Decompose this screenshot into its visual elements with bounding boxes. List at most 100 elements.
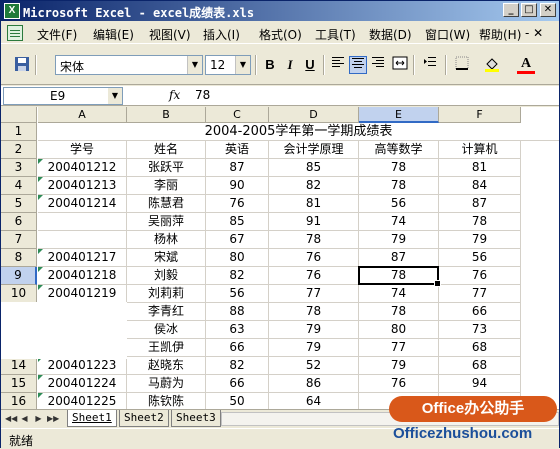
align-right-icon[interactable]: [369, 56, 387, 74]
row-header-6[interactable]: 6: [1, 213, 37, 231]
table-cell[interactable]: 78: [359, 267, 439, 285]
indent-icon[interactable]: [421, 56, 439, 74]
close-button[interactable]: ✕: [540, 3, 556, 17]
table-cell[interactable]: 56: [359, 195, 439, 213]
chevron-down-icon[interactable]: ▼: [187, 56, 202, 74]
menu-help[interactable]: 帮助(H): [479, 26, 521, 43]
menu-data[interactable]: 数据(D): [369, 26, 412, 43]
function-icon[interactable]: fx: [169, 88, 180, 102]
table-cell[interactable]: 80: [359, 321, 439, 339]
table-cell[interactable]: 76: [269, 249, 359, 267]
table-cell[interactable]: 宋斌: [127, 249, 206, 267]
column-title-cell[interactable]: 高等数学: [359, 141, 439, 159]
column-header-a[interactable]: A: [38, 107, 127, 123]
table-cell[interactable]: 78: [439, 213, 521, 231]
table-cell[interactable]: 200401225: [38, 393, 127, 409]
table-cell[interactable]: 李青红: [127, 303, 206, 321]
table-cell[interactable]: [38, 231, 127, 249]
menu-window[interactable]: 窗口(W): [425, 26, 470, 43]
column-title-cell[interactable]: 学号: [38, 141, 127, 159]
table-cell[interactable]: 79: [359, 357, 439, 375]
row-header-16[interactable]: 16: [1, 393, 37, 409]
table-cell[interactable]: 68: [439, 339, 521, 357]
column-header-c[interactable]: C: [206, 107, 269, 123]
table-cell[interactable]: 87: [206, 159, 269, 177]
table-cell[interactable]: 50: [206, 393, 269, 409]
row-header-7[interactable]: 7: [1, 231, 37, 249]
row-header-15[interactable]: 15: [1, 375, 37, 393]
table-cell[interactable]: 200401224: [38, 375, 127, 393]
table-cell[interactable]: 84: [439, 177, 521, 195]
table-cell[interactable]: 78: [359, 159, 439, 177]
table-cell[interactable]: 87: [359, 249, 439, 267]
table-cell[interactable]: 200401218: [38, 267, 127, 285]
table-cell[interactable]: 64: [269, 393, 359, 409]
font-color-icon[interactable]: A: [517, 56, 535, 74]
tab-sheet2[interactable]: Sheet2: [119, 410, 169, 427]
table-cell[interactable]: 76: [359, 375, 439, 393]
fill-color-icon[interactable]: [483, 56, 501, 74]
table-cell[interactable]: 66: [439, 303, 521, 321]
borders-icon[interactable]: [453, 56, 471, 74]
table-cell[interactable]: 66: [206, 375, 269, 393]
table-cell[interactable]: 张跃平: [127, 159, 206, 177]
row-header-5[interactable]: 5: [1, 195, 37, 213]
table-cell[interactable]: 77: [269, 285, 359, 303]
table-cell[interactable]: 78: [269, 303, 359, 321]
table-cell[interactable]: 赵晓东: [127, 357, 206, 375]
menu-file[interactable]: 文件(F): [37, 26, 77, 43]
table-cell[interactable]: 79: [439, 231, 521, 249]
tab-sheet1[interactable]: Sheet1: [67, 410, 117, 427]
table-cell[interactable]: 86: [269, 375, 359, 393]
table-cell[interactable]: 56: [439, 249, 521, 267]
tab-sheet3[interactable]: Sheet3: [171, 410, 221, 427]
merge-center-icon[interactable]: [391, 56, 409, 74]
table-cell[interactable]: 200401223: [38, 357, 127, 375]
column-title-cell[interactable]: 英语: [206, 141, 269, 159]
title-cell[interactable]: 2004-2005学年第一学期成绩表: [38, 123, 559, 141]
table-cell[interactable]: 85: [269, 159, 359, 177]
table-cell[interactable]: 82: [206, 357, 269, 375]
column-header-d[interactable]: D: [269, 107, 359, 123]
table-cell[interactable]: [38, 213, 127, 231]
table-cell[interactable]: 刘毅: [127, 267, 206, 285]
table-cell[interactable]: 73: [439, 321, 521, 339]
table-cell[interactable]: 76: [439, 267, 521, 285]
font-size-select[interactable]: 12 ▼: [205, 55, 251, 75]
table-cell[interactable]: 79: [359, 231, 439, 249]
menu-edit[interactable]: 编辑(E): [93, 26, 134, 43]
row-header-9[interactable]: 9: [1, 267, 37, 285]
table-cell[interactable]: 王凯伊: [127, 339, 206, 357]
formula-input[interactable]: 78: [195, 88, 210, 102]
menu-tools[interactable]: 工具(T): [315, 26, 356, 43]
table-cell[interactable]: 79: [269, 321, 359, 339]
name-box[interactable]: E9 ▼: [3, 87, 123, 105]
table-cell[interactable]: 77: [359, 339, 439, 357]
table-cell[interactable]: 56: [206, 285, 269, 303]
worksheet-grid[interactable]: 2004-2005学年第一学期成绩表 A B C D E F 1 2 学号 姓名 英语 会计学原理 高等…: [1, 107, 559, 409]
table-cell[interactable]: 76: [269, 267, 359, 285]
table-cell[interactable]: 200401217: [38, 249, 127, 267]
table-cell[interactable]: 81: [269, 195, 359, 213]
row-header-2[interactable]: 2: [1, 141, 37, 159]
table-cell[interactable]: 88: [206, 303, 269, 321]
table-cell[interactable]: 74: [359, 285, 439, 303]
table-cell[interactable]: 杨林: [127, 231, 206, 249]
table-cell[interactable]: 78: [359, 303, 439, 321]
table-cell[interactable]: 94: [439, 375, 521, 393]
row-header-3[interactable]: 3: [1, 159, 37, 177]
table-cell[interactable]: 74: [359, 213, 439, 231]
table-cell[interactable]: 68: [439, 357, 521, 375]
table-cell[interactable]: 吴丽萍: [127, 213, 206, 231]
menu-view[interactable]: 视图(V): [149, 26, 191, 43]
table-cell[interactable]: 200401219: [38, 285, 127, 303]
menu-insert[interactable]: 插入(I): [203, 26, 240, 43]
table-cell[interactable]: 91: [269, 213, 359, 231]
table-cell[interactable]: 200401214: [38, 195, 127, 213]
underline-button[interactable]: U: [301, 56, 319, 74]
menu-format[interactable]: 格式(O): [259, 26, 302, 43]
workbook-close-button[interactable]: - ✕: [525, 26, 543, 40]
align-left-icon[interactable]: [329, 56, 347, 74]
table-cell[interactable]: 80: [206, 249, 269, 267]
column-header-b[interactable]: B: [127, 107, 206, 123]
